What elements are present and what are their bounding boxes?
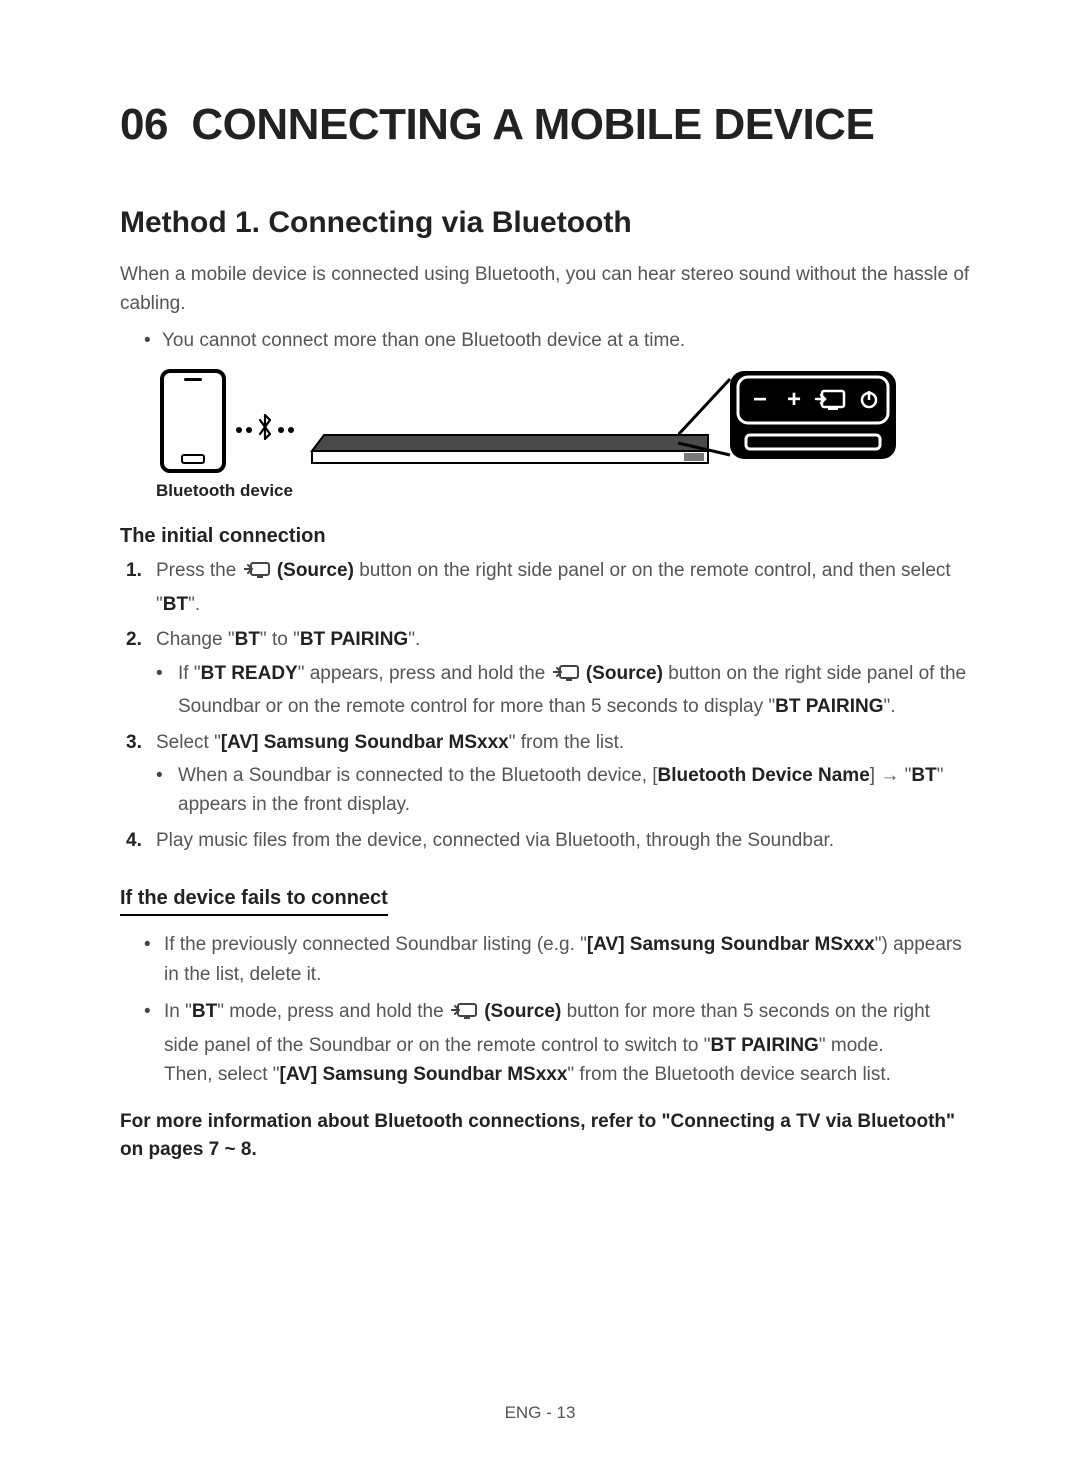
- text: In ": [164, 1001, 192, 1022]
- text: ".: [188, 594, 200, 615]
- text: " from the Bluetooth device search list.: [567, 1064, 891, 1085]
- text: If ": [178, 663, 201, 684]
- fails-heading: If the device fails to connect: [120, 887, 388, 916]
- source-icon: [451, 1001, 477, 1030]
- text: button on the right side panel or on the…: [156, 560, 951, 614]
- bt-pairing-label: BT PAIRING: [710, 1035, 818, 1056]
- initial-connection-heading: The initial connection: [120, 525, 970, 548]
- intro-text: When a mobile device is connected using …: [120, 260, 970, 319]
- fail-tip-1: If the previously connected Soundbar lis…: [144, 930, 970, 989]
- step-2: Change "BT" to "BT PAIRING". If "BT READ…: [126, 625, 970, 721]
- soundbar-icon: [310, 425, 710, 467]
- text: ] → ": [870, 765, 912, 786]
- limitation-note: You cannot connect more than one Bluetoo…: [144, 327, 970, 356]
- text: Change ": [156, 629, 235, 650]
- device-name-label: [AV] Samsung Soundbar MSxxx: [280, 1064, 568, 1085]
- device-name-label: [AV] Samsung Soundbar MSxxx: [221, 732, 509, 753]
- step-4: Play music files from the device, connec…: [126, 826, 970, 855]
- fail-tip-2: In "BT" mode, press and hold the (Source…: [144, 997, 970, 1089]
- bt-pairing-label: BT PAIRING: [775, 696, 883, 717]
- text: " mode.: [819, 1035, 884, 1056]
- step-2-note: If "BT READY" appears, press and hold th…: [156, 659, 970, 722]
- text: ".: [408, 629, 420, 650]
- source-label: (Source): [277, 560, 354, 581]
- text: " mode, press and hold the: [217, 1001, 449, 1022]
- bt-label: BT: [192, 1001, 217, 1022]
- connection-diagram: − +: [160, 369, 970, 473]
- step-1: Press the (Source) button on the right s…: [126, 556, 970, 619]
- section-title: 06 CONNECTING A MOBILE DEVICE: [120, 100, 970, 150]
- text: " appears, press and hold the: [298, 663, 551, 684]
- more-info-note: For more information about Bluetooth con…: [120, 1108, 970, 1165]
- source-icon: [244, 560, 270, 589]
- bt-label: BT: [163, 594, 188, 615]
- svg-text:+: +: [787, 386, 801, 413]
- bt-label: BT: [911, 765, 936, 786]
- source-icon: [553, 663, 579, 692]
- side-panel-callout: − +: [678, 369, 898, 470]
- section-title-text: CONNECTING A MOBILE DEVICE: [191, 100, 874, 149]
- text: Press the: [156, 560, 242, 581]
- diagram-caption: Bluetooth device: [156, 481, 970, 501]
- section-number: 06: [120, 100, 168, 149]
- bluetooth-icon: [256, 413, 274, 446]
- source-label: (Source): [586, 663, 663, 684]
- device-name-label: [AV] Samsung Soundbar MSxxx: [587, 934, 875, 955]
- method-title: Method 1. Connecting via Bluetooth: [120, 206, 970, 240]
- bt-pairing-label: BT PAIRING: [300, 629, 408, 650]
- bt-ready-label: BT READY: [201, 663, 298, 684]
- text: ".: [884, 696, 896, 717]
- bluetooth-waves-icon: [236, 413, 294, 446]
- text: " to ": [260, 629, 300, 650]
- phone-icon: [160, 369, 226, 473]
- text: " from the list.: [509, 732, 625, 753]
- text: Select ": [156, 732, 221, 753]
- svg-text:−: −: [753, 386, 767, 413]
- text: When a Soundbar is connected to the Blue…: [178, 765, 658, 786]
- bt-label: BT: [235, 629, 260, 650]
- step-3-note: When a Soundbar is connected to the Blue…: [156, 761, 970, 820]
- bt-device-name-label: Bluetooth Device Name: [658, 765, 870, 786]
- text: If the previously connected Soundbar lis…: [164, 934, 587, 955]
- text: Then, select ": [164, 1064, 280, 1085]
- page-footer: ENG - 13: [0, 1403, 1080, 1423]
- source-label: (Source): [484, 1001, 561, 1022]
- step-3: Select "[AV] Samsung Soundbar MSxxx" fro…: [126, 728, 970, 820]
